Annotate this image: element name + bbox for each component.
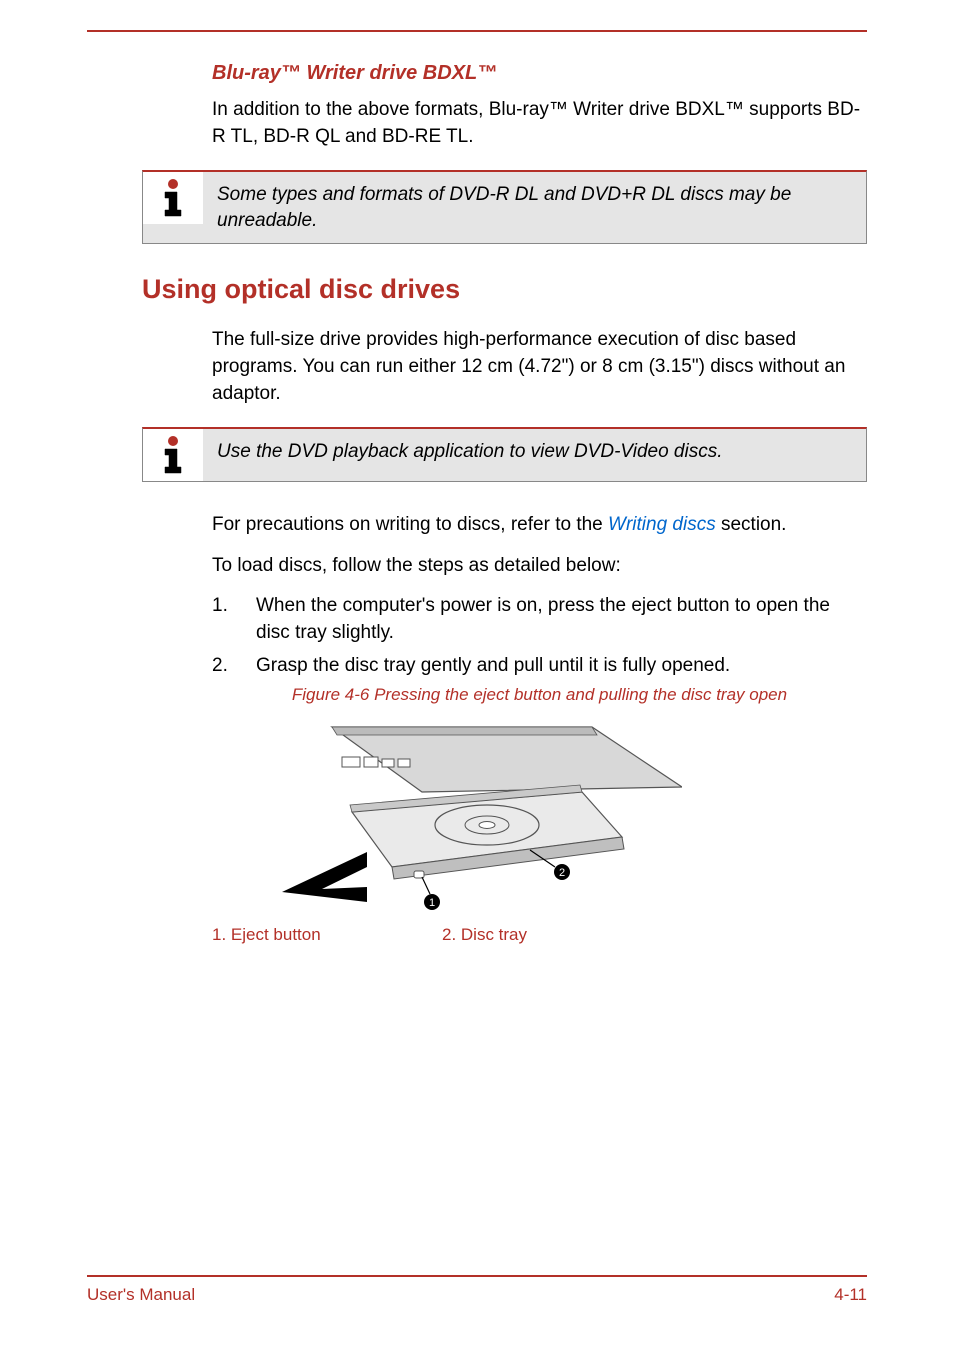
- list-number: 2.: [212, 653, 256, 680]
- paragraph-load-discs-intro: To load discs, follow the steps as detai…: [212, 553, 867, 580]
- steps-list: 1. When the computer's power is on, pres…: [212, 593, 867, 679]
- list-item: 2. Grasp the disc tray gently and pull u…: [212, 653, 867, 680]
- info-icon: [153, 176, 193, 220]
- info-icon-cell: [143, 429, 203, 481]
- text-precautions-suffix: section.: [716, 514, 787, 535]
- svg-text:2: 2: [559, 867, 565, 879]
- figure-legend: 1. Eject button 2. Disc tray: [212, 925, 867, 945]
- section-heading-optical: Using optical disc drives: [142, 274, 867, 305]
- footer-rule: [87, 1275, 867, 1277]
- note-box-dvd-playback: Use the DVD playback application to view…: [142, 427, 867, 482]
- list-item: 1. When the computer's power is on, pres…: [212, 593, 867, 646]
- list-text: Grasp the disc tray gently and pull unti…: [256, 653, 730, 680]
- svg-text:1: 1: [429, 897, 435, 909]
- page: Blu-ray™ Writer drive BDXL™ In addition …: [0, 0, 954, 1345]
- info-icon-cell: [143, 172, 203, 224]
- top-rule: [87, 30, 867, 32]
- note-text-dvd-playback: Use the DVD playback application to view…: [203, 429, 866, 475]
- figure-caption: Figure 4-6 Pressing the eject button and…: [212, 685, 867, 705]
- subheading-bluray: Blu-ray™ Writer drive BDXL™: [212, 62, 867, 85]
- link-writing-discs[interactable]: Writing discs: [608, 514, 716, 535]
- list-number: 1.: [212, 593, 256, 646]
- footer-title: User's Manual: [87, 1285, 195, 1305]
- footer-page-number: 4-11: [834, 1285, 867, 1305]
- paragraph-precautions: For precautions on writing to discs, ref…: [212, 512, 867, 539]
- paragraph-drive-performance: The full-size drive provides high-perfor…: [212, 327, 867, 407]
- paragraph-bluray-formats: In addition to the above formats, Blu-ra…: [212, 97, 867, 150]
- list-text: When the computer's power is on, press t…: [256, 593, 867, 646]
- figure-disc-tray: 1 2: [272, 717, 682, 917]
- page-footer: User's Manual 4-11: [87, 1275, 867, 1305]
- note-box-dvd-dl: Some types and formats of DVD-R DL and D…: [142, 170, 867, 244]
- legend-disc-tray: 2. Disc tray: [442, 925, 527, 945]
- info-icon: [153, 433, 193, 477]
- note-text-dvd-dl: Some types and formats of DVD-R DL and D…: [203, 172, 866, 243]
- text-precautions-prefix: For precautions on writing to discs, ref…: [212, 514, 608, 535]
- legend-eject-button: 1. Eject button: [212, 925, 442, 945]
